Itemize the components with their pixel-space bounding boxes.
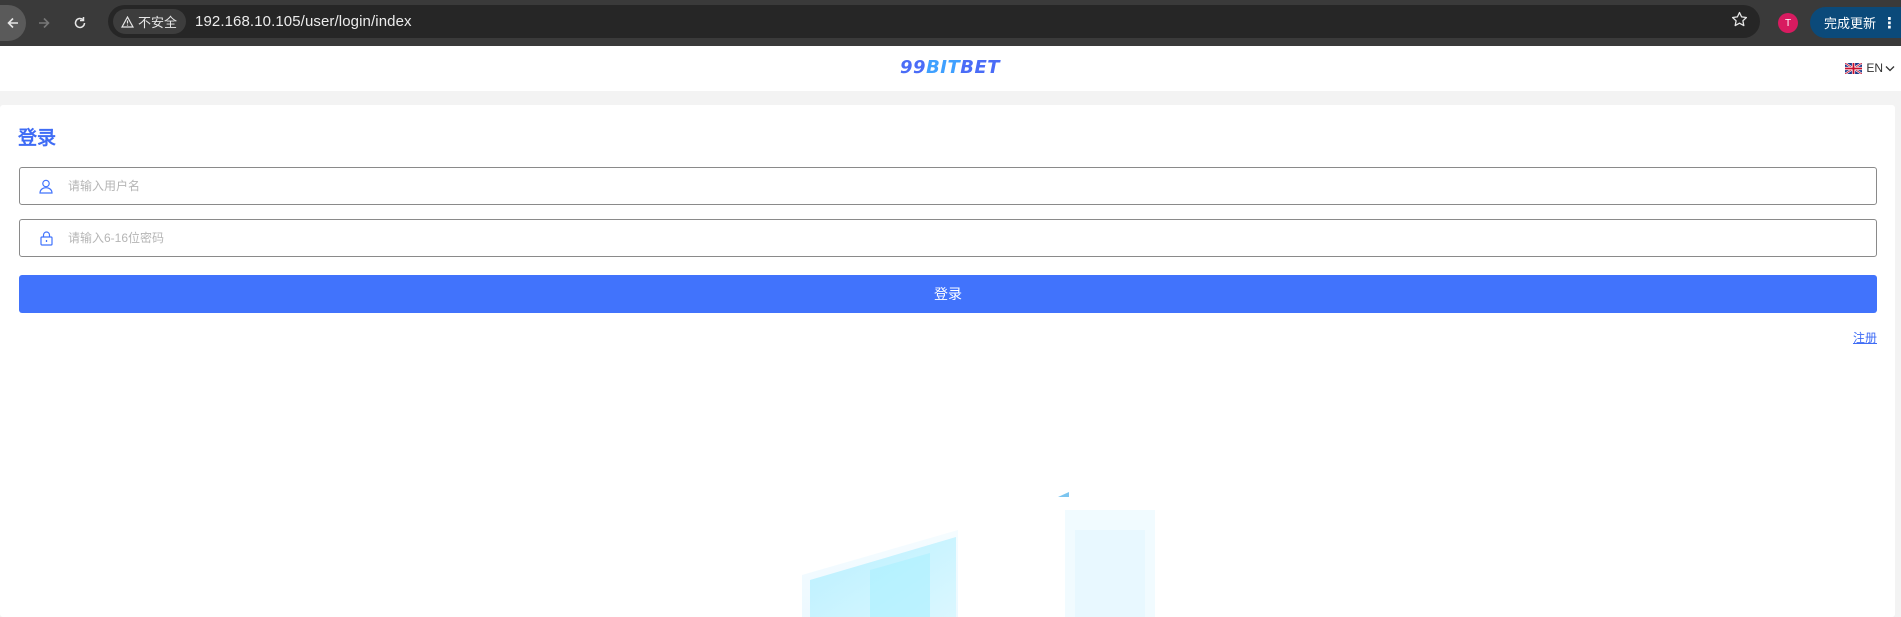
browser-toolbar: 不安全 192.168.10.105/user/login/index T 完成… (0, 0, 1901, 46)
forward-button[interactable] (26, 5, 62, 41)
back-button[interactable] (0, 5, 26, 41)
username-input[interactable] (68, 168, 1876, 204)
login-button[interactable]: 登录 (19, 275, 1877, 313)
chevron-down-icon (1885, 65, 1895, 71)
page-title: 登录 (18, 128, 57, 149)
site-header: 99BITBET EN (0, 46, 1901, 91)
update-label: 完成更新 (1824, 16, 1877, 31)
warning-icon (121, 15, 134, 28)
language-selector[interactable]: EN (1845, 61, 1895, 75)
bookmark-star-icon[interactable] (1731, 11, 1748, 33)
profile-avatar[interactable]: T (1778, 13, 1798, 33)
password-field[interactable] (19, 219, 1877, 257)
security-label: 不安全 (138, 15, 178, 30)
lock-icon (20, 230, 68, 246)
site-security-chip[interactable]: 不安全 (113, 9, 187, 34)
kebab-menu-icon: ⋮ (1882, 14, 1898, 32)
update-button[interactable]: 完成更新 ⋮ (1810, 7, 1901, 38)
password-input[interactable] (68, 220, 1876, 256)
language-label: EN (1866, 61, 1883, 75)
back-arrow-icon (7, 17, 18, 29)
forward-arrow-icon (39, 17, 50, 29)
reload-icon (74, 17, 86, 29)
register-link[interactable]: 注册 (1853, 329, 1877, 346)
url-text[interactable]: 192.168.10.105/user/login/index (195, 13, 412, 30)
username-field[interactable] (19, 167, 1877, 205)
login-card: 登录 登录 注册 (0, 105, 1895, 617)
uk-flag-icon (1845, 62, 1863, 74)
background-illustration (802, 492, 1155, 617)
user-icon (20, 179, 68, 194)
address-bar[interactable]: 不安全 192.168.10.105/user/login/index (108, 5, 1760, 38)
reload-button[interactable] (62, 5, 98, 41)
site-logo[interactable]: 99BITBET (900, 57, 1000, 78)
